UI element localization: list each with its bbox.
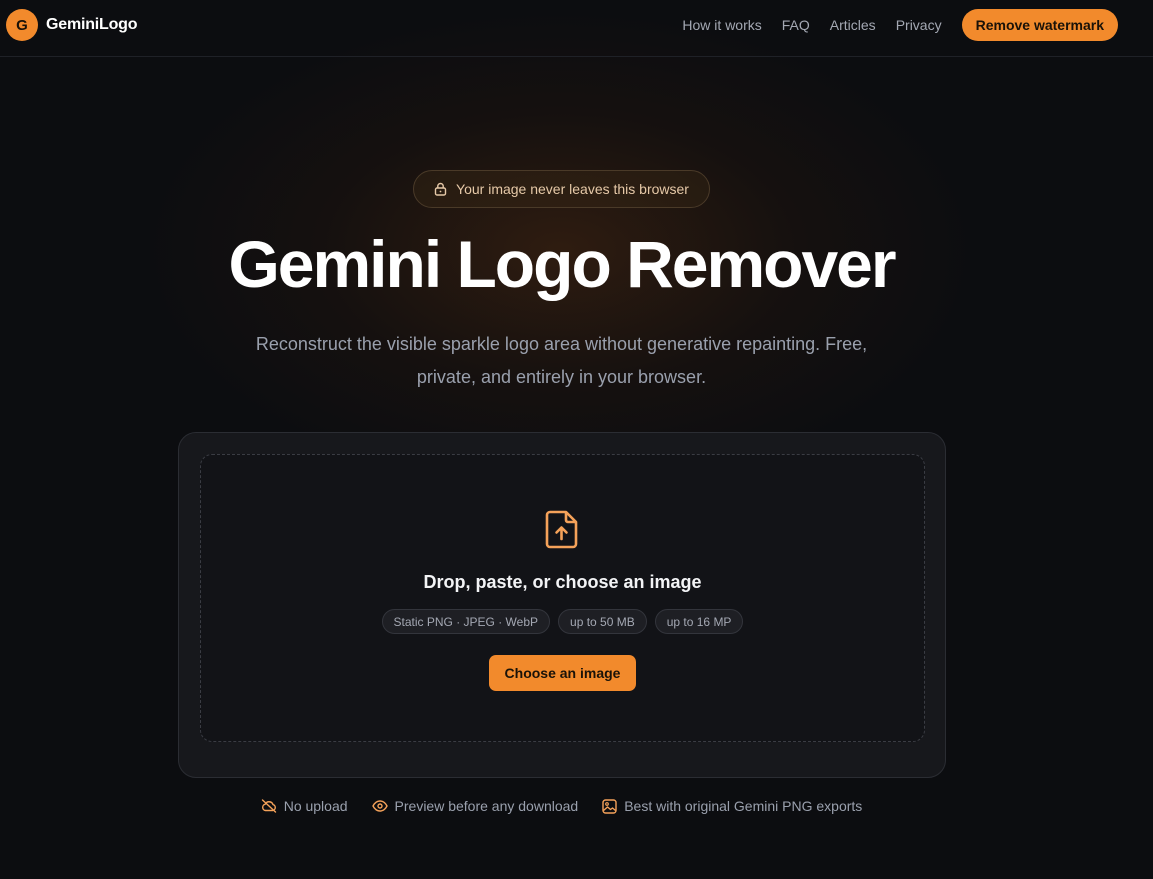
brand-name: GeminiLogo (46, 16, 138, 33)
eye-icon (371, 800, 388, 812)
page-title: Gemini Logo Remover (228, 227, 896, 301)
privacy-badge: Your image never leaves this browser (413, 170, 710, 208)
image-icon (602, 798, 617, 814)
feature-best-with-png: Best with original Gemini PNG exports (602, 798, 862, 814)
privacy-badge-text: Your image never leaves this browser (456, 181, 689, 197)
nav-link-articles[interactable]: Articles (830, 17, 876, 33)
cloud-off-icon (261, 799, 276, 813)
nav-link-faq[interactable]: FAQ (782, 17, 810, 33)
brand-link[interactable]: G GeminiLogo (6, 9, 138, 41)
feature-label: Best with original Gemini PNG exports (624, 798, 863, 814)
feature-list: No upload Preview before any download Be… (0, 798, 1123, 814)
drop-zone[interactable]: Drop, paste, or choose an image Static P… (200, 454, 925, 742)
feature-no-upload: No upload (261, 798, 348, 814)
feature-label: No upload (283, 798, 348, 814)
lock-icon (434, 182, 447, 196)
nav-links: How it works FAQ Articles Privacy Remove… (682, 9, 1118, 41)
nav-link-how-it-works[interactable]: How it works (682, 17, 761, 33)
uploader-card: Drop, paste, or choose an image Static P… (178, 432, 946, 778)
top-nav: G GeminiLogo How it works FAQ Articles P… (0, 0, 1153, 57)
nav-link-privacy[interactable]: Privacy (896, 17, 942, 33)
choose-image-button[interactable]: Choose an image (489, 655, 636, 691)
drop-zone-title: Drop, paste, or choose an image (423, 572, 702, 592)
feature-label: Preview before any download (394, 798, 579, 814)
file-upload-icon (545, 510, 578, 549)
format-chips: Static PNG · JPEG · WebP up to 50 MB up … (201, 609, 924, 634)
resolution-limit-chip: up to 16 MP (654, 609, 744, 634)
feature-preview: Preview before any download (371, 798, 579, 814)
brand-logo: G (6, 9, 38, 41)
page-subtitle: Reconstruct the visible sparkle logo are… (255, 334, 868, 387)
format-chip: Static PNG · JPEG · WebP (381, 609, 551, 634)
remove-watermark-button[interactable]: Remove watermark (961, 9, 1118, 41)
size-limit-chip: up to 50 MB (558, 609, 647, 634)
